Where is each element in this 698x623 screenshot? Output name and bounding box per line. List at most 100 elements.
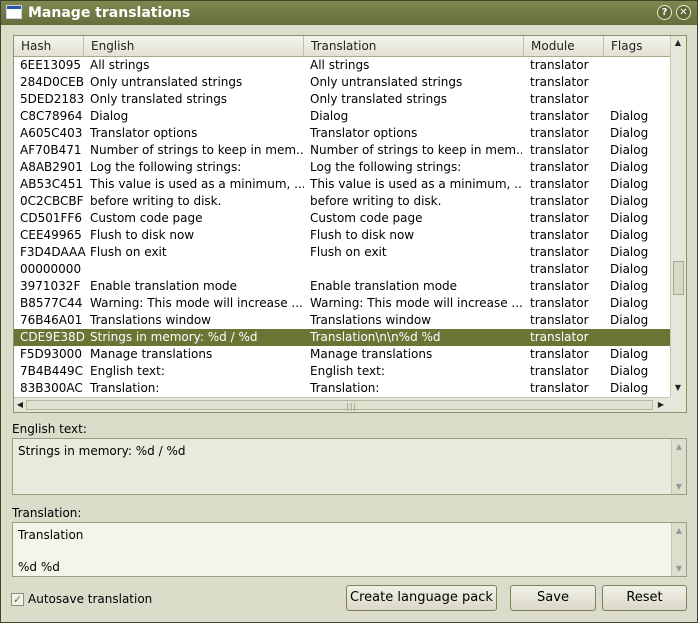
cell-hash: 76B46A01 — [20, 313, 83, 327]
scroll-down-arrow-icon[interactable]: ▼ — [673, 563, 685, 575]
cell-module: translator — [530, 228, 589, 242]
cell-english: Strings in memory: %d / %d — [90, 330, 258, 344]
cell-translation: Translator options — [310, 126, 418, 140]
cell-flags: Dialog — [610, 194, 649, 208]
cell-hash: AF70B471 — [20, 143, 82, 157]
column-header-module[interactable]: Module — [524, 36, 604, 56]
cell-flags: Dialog — [610, 262, 649, 276]
cell-translation: Only untranslated strings — [310, 75, 463, 89]
cell-translation: Manage translations — [310, 347, 433, 361]
title-bar[interactable]: Manage translations ? ✕ — [1, 1, 697, 25]
cell-translation — [310, 261, 522, 278]
cell-module: translator — [530, 160, 589, 174]
cell-translation: before writing to disk. — [310, 194, 442, 208]
vertical-scrollbar[interactable]: ▲ ▼ — [670, 36, 686, 397]
table-row[interactable]: AB53C451 This value is used as a minimum,… — [14, 176, 670, 193]
window-title: Manage translations — [28, 5, 191, 21]
table-row[interactable]: 0C2CBCBF before writing to disk. before wr… — [14, 193, 670, 210]
cell-flags — [610, 91, 668, 108]
reset-button[interactable]: Reset — [602, 585, 687, 611]
english-text-value: Strings in memory: %d / %d — [18, 444, 186, 458]
cell-module: translator — [530, 381, 589, 395]
cell-translation: Log the following strings: — [310, 160, 462, 174]
cell-flags — [610, 329, 668, 346]
table-row[interactable]: CDE9E38D Strings in memory: %d / %d Transl… — [14, 329, 670, 346]
scroll-down-arrow-icon[interactable]: ▼ — [672, 382, 684, 394]
table-body: 6EE13095 All strings All strings translator… — [14, 57, 670, 397]
help-button[interactable]: ? — [657, 5, 672, 20]
scroll-up-arrow-icon[interactable]: ▲ — [673, 525, 685, 537]
translation-scrollbar[interactable]: ▲ ▼ — [671, 523, 686, 576]
cell-flags: Dialog — [610, 211, 649, 225]
scroll-up-arrow-icon[interactable]: ▲ — [672, 37, 684, 49]
translations-table: Hash English Translation Module Flags 6E… — [13, 35, 687, 413]
scroll-down-arrow-icon[interactable]: ▼ — [673, 481, 685, 493]
table-row[interactable]: 5DED2183 Only translated strings Only tran… — [14, 91, 670, 108]
column-header-hash[interactable]: Hash — [14, 36, 84, 56]
cell-hash: 7B4B449C — [20, 364, 84, 378]
table-row[interactable]: F5D93000 Manage translations Manage transl… — [14, 346, 670, 363]
table-row[interactable]: 6EE13095 All strings All strings translator — [14, 57, 670, 74]
autosave-label: Autosave translation — [28, 592, 153, 606]
cell-module: translator — [530, 194, 589, 208]
table-row[interactable]: AF70B471 Number of strings to keep in mem… — [14, 142, 670, 159]
cell-english: This value is used as a minimum, ... — [90, 177, 304, 191]
window-icon — [6, 5, 22, 19]
cell-hash: A8AB2901 — [20, 160, 83, 174]
cell-flags: Dialog — [610, 364, 649, 378]
cell-module: translator — [530, 330, 589, 344]
cell-flags: Dialog — [610, 245, 649, 259]
scroll-left-arrow-icon[interactable]: ◀ — [14, 399, 26, 411]
table-row[interactable]: CD501FF6 Custom code page Custom code page… — [14, 210, 670, 227]
autosave-checkbox[interactable]: ✓ — [11, 593, 24, 606]
cell-module: translator — [530, 75, 589, 89]
table-row[interactable]: C8C78964 Dialog Dialog translator Dialog — [14, 108, 670, 125]
cell-hash: 00000000 — [20, 262, 82, 276]
column-header-english[interactable]: English — [84, 36, 304, 56]
table-row[interactable]: 76B46A01 Translations window Translations … — [14, 312, 670, 329]
table-row[interactable]: F3D4DAAA Flush on exit Flush on exit transl… — [14, 244, 670, 261]
table-row[interactable]: 00000000 translator Dialog — [14, 261, 670, 278]
cell-module: translator — [530, 262, 589, 276]
column-header-translation[interactable]: Translation — [304, 36, 524, 56]
vertical-scroll-thumb[interactable] — [673, 261, 684, 295]
cell-hash: 83B300AC — [20, 381, 83, 395]
translation-field[interactable]: Translation %d %d ▲ ▼ — [12, 522, 687, 577]
horizontal-scrollbar[interactable]: ◀ ||| ▶ — [14, 397, 670, 412]
cell-translation: Translation: — [310, 381, 380, 395]
table-row[interactable]: 284D0CEB Only untranslated strings Only un… — [14, 74, 670, 91]
horizontal-scroll-thumb[interactable]: ||| — [26, 400, 653, 411]
table-row[interactable]: 7B4B449C English text: English text: transl… — [14, 363, 670, 380]
cell-flags: Dialog — [610, 347, 649, 361]
cell-module: translator — [530, 347, 589, 361]
cell-translation: Dialog — [310, 109, 349, 123]
table-row[interactable]: 3971032F Enable translation mode Enable tr… — [14, 278, 670, 295]
cell-hash: CD501FF6 — [20, 211, 82, 225]
table-row[interactable]: 83B300AC Translation: Translation: translat… — [14, 380, 670, 397]
english-text-field[interactable]: Strings in memory: %d / %d ▲ ▼ — [12, 438, 687, 495]
cell-english: Translation: — [90, 381, 160, 395]
scroll-up-arrow-icon[interactable]: ▲ — [673, 441, 685, 453]
cell-translation: This value is used as a minimum, ... — [310, 177, 522, 191]
table-row[interactable]: CEE49965 Flush to disk now Flush to disk n… — [14, 227, 670, 244]
cell-translation: Custom code page — [310, 211, 423, 225]
close-button[interactable]: ✕ — [676, 5, 691, 20]
save-button[interactable]: Save — [510, 585, 596, 611]
scroll-right-arrow-icon[interactable]: ▶ — [655, 399, 667, 411]
cell-english: English text: — [90, 364, 165, 378]
cell-english — [90, 261, 304, 278]
cell-flags: Dialog — [610, 313, 649, 327]
cell-translation: English text: — [310, 364, 385, 378]
cell-hash: 0C2CBCBF — [20, 194, 84, 208]
table-row[interactable]: A605C403 Translator options Translator opt… — [14, 125, 670, 142]
create-language-pack-button[interactable]: Create language pack — [346, 585, 497, 611]
cell-english: Flush to disk now — [90, 228, 195, 242]
cell-english: All strings — [90, 58, 150, 72]
column-header-flags[interactable]: Flags — [604, 36, 670, 56]
scroll-corner — [670, 397, 686, 412]
table-row[interactable]: B8577C44 Warning: This mode will increase… — [14, 295, 670, 312]
cell-flags: Dialog — [610, 160, 649, 174]
table-row[interactable]: A8AB2901 Log the following strings: Log th… — [14, 159, 670, 176]
english-text-scrollbar[interactable]: ▲ ▼ — [671, 439, 686, 494]
cell-flags: Dialog — [610, 228, 649, 242]
